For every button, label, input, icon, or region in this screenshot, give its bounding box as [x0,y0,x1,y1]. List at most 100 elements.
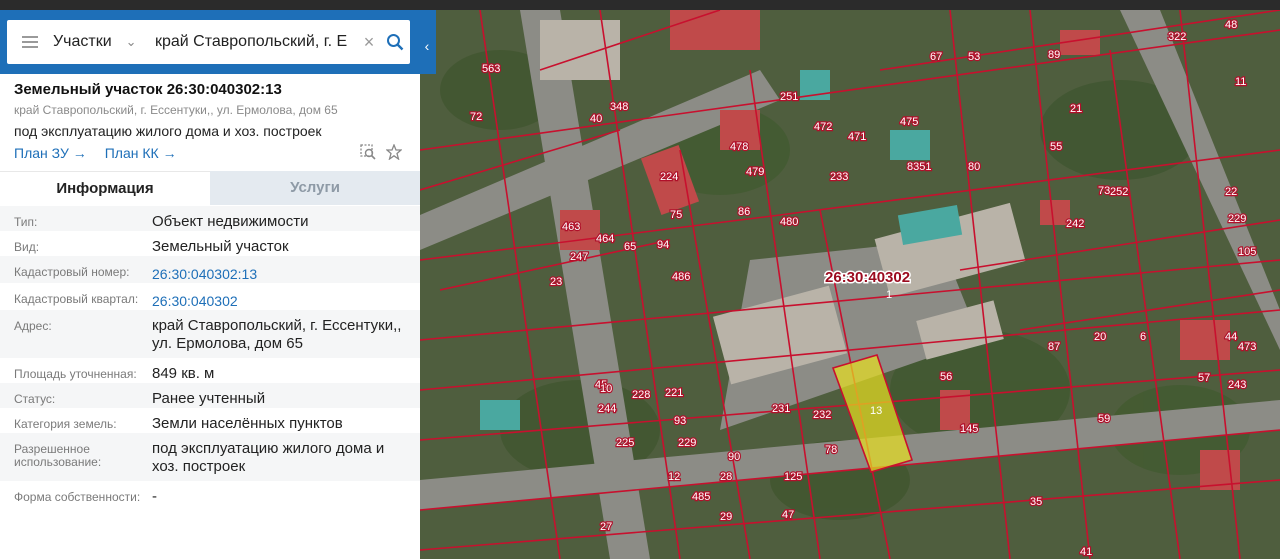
parcel-number-label: 27 [600,521,612,533]
cadastral-map[interactable]: 13 26:30:40302 1 348 40 72 563 251 472 471 475 8… [420,10,1280,559]
parcel-number-label: 348 [610,101,628,113]
parcel-number-label: 471 [848,131,866,143]
info-value: край Ставропольский, г. Ессентуки,, ул. … [152,317,402,352]
parcel-number-label: 10 [600,383,612,395]
hamburger-menu-icon[interactable] [7,20,53,64]
info-table: Тип: Объект недвижимости Вид: Земельный уч… [0,206,420,506]
parcel-number-label: 229 [1228,213,1246,225]
info-row-cadastral-number: Кадастровый номер: 26:30:040302:13 [0,256,420,283]
favorite-star-icon[interactable] [385,143,403,165]
info-label: Тип: [14,215,38,229]
plan-kk-link[interactable]: План КК → [105,145,177,161]
info-label: Вид: [14,240,40,254]
parcel-number-label: 65 [624,241,636,253]
info-label: Адрес: [14,319,52,333]
cadastral-quarter-link[interactable]: 26:30:040302 [152,283,406,310]
parcel-number-label: 247 [570,251,588,263]
parcel-number-label: 145 [960,423,978,435]
quarter-label: 26:30:40302 [825,269,910,286]
plan-zu-label: План ЗУ [14,145,69,161]
info-label: Категория земель: [14,417,117,431]
parcel-number-label: 244 [598,403,616,415]
parcel-number-label: 473 [1238,341,1256,353]
parcel-number-label: 41 [1080,546,1092,558]
zoom-to-object-icon[interactable] [360,144,376,165]
parcel-number-label: 75 [670,209,682,221]
map-canvas[interactable]: 13 26:30:40302 1 348 40 72 563 251 472 471 475 8… [420,10,1280,559]
info-row-type: Тип: Объект недвижимости [0,206,420,231]
parcel-number-label: 322 [1168,31,1186,43]
selected-parcel-label: 13 [870,405,882,417]
parcel-number-label: 40 [590,113,602,125]
search-input[interactable] [155,33,358,51]
clear-icon[interactable]: × [358,32,380,53]
parcel-number-label: 55 [1050,141,1062,153]
parcel-number-label: 251 [780,91,798,103]
info-value: Земельный участок [152,238,289,255]
info-row-cadastral-quarter: Кадастровый квартал: 26:30:040302 [0,283,420,310]
info-value: Объект недвижимости [152,213,309,230]
arrow-right-icon: → [72,145,87,161]
info-label: Разрешенное использование: [14,442,102,469]
collapse-panel-icon[interactable]: ‹ [420,36,434,56]
parcel-number-label: 479 [746,166,764,178]
parcel-number-label: 78 [825,444,837,456]
parcel-number-label: 35 [1030,496,1042,508]
layer-select-value: Участки [53,33,112,50]
parcel-number-label: 233 [830,171,848,183]
parcel-number-label: 105 [1238,246,1256,258]
cadastral-number-link[interactable]: 26:30:040302:13 [152,256,406,283]
panel-tabs: Информация Услуги [0,171,420,205]
parcel-number-label: 93 [674,415,686,427]
parcel-number-label: 22 [1225,186,1237,198]
info-row-status: Статус: Ранее учтенный [0,383,420,408]
plan-zu-link[interactable]: План ЗУ → [14,145,87,161]
search-icon[interactable] [380,20,410,64]
parcel-number-label: 563 [482,63,500,75]
parcel-number-label: 125 [784,471,802,483]
parcel-number-label: 478 [730,141,748,153]
info-value: - [152,488,157,505]
info-label: Площадь уточненная: [14,367,137,381]
parcel-number-label: 243 [1228,379,1246,391]
info-value: под эксплуатацию жилого дома и хоз. пост… [152,440,385,475]
panel-tools [360,143,403,165]
parcel-number-label: 464 [596,233,614,245]
parcel-number-label: 57 [1198,372,1210,384]
plan-kk-label: План КК [104,145,159,161]
tab-services[interactable]: Услуги [210,171,420,205]
parcel-number-label: 242 [1066,218,1084,230]
object-address-short: край Ставропольский, г. Ессентуки,, ул. … [14,103,338,117]
parcel-number-label: 86 [738,206,750,218]
parcel-number-label: 232 [813,409,831,421]
parcel-number-label: 56 [940,371,952,383]
parcel-number-label: 11 [1235,76,1246,88]
info-value: Земли населённых пунктов [152,415,343,432]
parcel-number-label: 231 [772,403,790,415]
object-title: Земельный участок 26:30:040302:13 [14,81,282,98]
parcel-number-label: 89 [1048,49,1060,61]
layer-select[interactable]: Участки ⌄ [53,33,155,51]
parcel-number-label: 252 [1110,186,1128,198]
parcel-number-label: 87 [1048,341,1060,353]
parcel-number-label: 48 [1225,19,1237,31]
window-top-strip [0,0,1280,10]
info-row-area: Площадь уточненная: 849 кв. м [0,358,420,383]
info-value: Ранее учтенный [152,390,266,407]
parcel-number-label: 59 [1098,413,1110,425]
tab-info[interactable]: Информация [0,171,210,205]
parcel-number-label: 8351 [907,161,931,173]
parcel-number-label: 73 [1098,185,1110,197]
parcel-number-label: 53 [968,51,980,63]
parcel-number-label: 480 [780,216,798,228]
parcel-number-label: 221 [665,387,683,399]
info-row-address: Адрес: край Ставропольский, г. Ессентуки,… [0,310,420,358]
parcel-number-label: 20 [1094,331,1106,343]
info-row-ownership: Форма собственности: - [0,481,420,506]
parcel-number-label: 486 [672,271,690,283]
info-panel: Земельный участок 26:30:040302:13 край С… [0,10,420,559]
parcel-number-label: 44 [1225,331,1237,343]
parcel-number-label: 225 [616,437,634,449]
parcel-number-label: 475 [900,116,918,128]
parcel-number-label: 72 [470,111,482,123]
